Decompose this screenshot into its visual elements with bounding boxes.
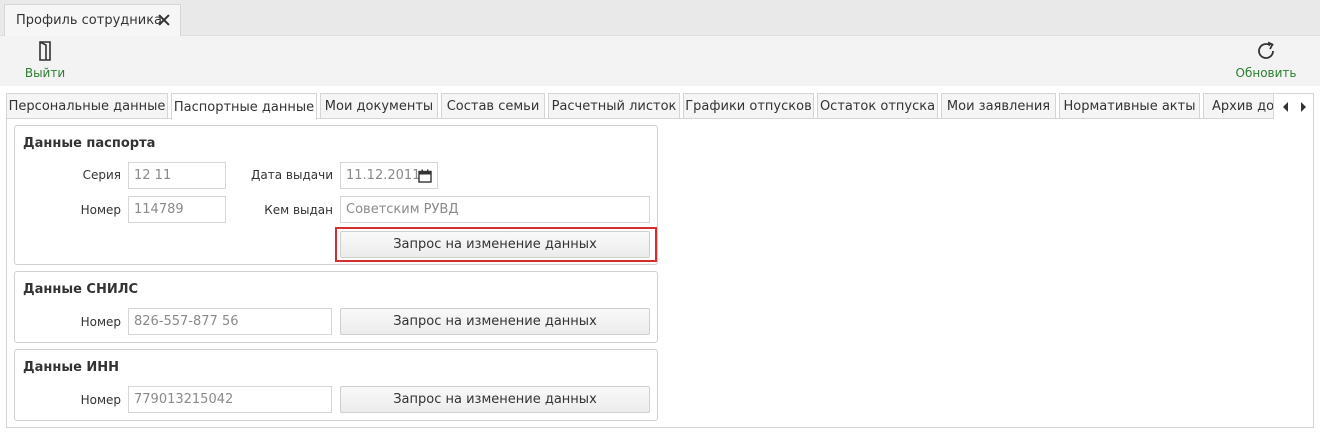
tab-label: Паспортные данные xyxy=(173,99,315,115)
window-tabstrip: Профиль сотрудника xyxy=(0,0,1320,36)
close-icon[interactable] xyxy=(157,13,171,27)
issued-by-field[interactable]: Советским РУВД xyxy=(340,196,650,223)
issue-date-field[interactable]: 11.12.2011 xyxy=(340,162,438,189)
tab-personal-data[interactable]: Персональные данные xyxy=(6,93,168,119)
passport-change-request-button[interactable]: Запрос на изменение данных xyxy=(340,231,650,258)
tab-label: Персональные данные xyxy=(8,99,166,114)
tab-vacation-balance[interactable]: Остаток отпуска xyxy=(817,93,938,119)
refresh-label: Обновить xyxy=(1235,66,1297,80)
series-label: Серия xyxy=(82,168,121,182)
number-field[interactable]: 114789 xyxy=(128,196,226,223)
tab-payslip[interactable]: Расчетный листок xyxy=(548,93,680,119)
tab-label: Состав семьи xyxy=(446,99,540,114)
tab-my-documents[interactable]: Мои документы xyxy=(320,93,438,119)
tab-scroll-controls xyxy=(1273,93,1314,119)
tab-label: Расчетный листок xyxy=(551,99,677,114)
tab-label: Мои заявления xyxy=(946,99,1051,114)
tab-label: Графики отпусков xyxy=(685,99,812,114)
arrow-right-icon[interactable] xyxy=(1301,102,1306,112)
refresh-button[interactable]: Обновить xyxy=(1235,40,1297,84)
profile-tabs: Персональные данные Паспортные данные Мо… xyxy=(6,93,1314,120)
passport-title: Данные паспорта xyxy=(23,136,156,151)
tab-label: Мои документы xyxy=(324,99,434,114)
issue-date-label: Дата выдачи xyxy=(251,168,333,182)
tab-passport-data[interactable]: Паспортные данные xyxy=(171,93,317,120)
tab-label: Остаток отпуска xyxy=(819,99,936,114)
tab-my-requests[interactable]: Мои заявления xyxy=(941,93,1056,119)
snils-title: Данные СНИЛС xyxy=(23,282,139,297)
snils-change-request-button[interactable]: Запрос на изменение данных xyxy=(340,308,650,335)
exit-button[interactable]: Выйти xyxy=(24,40,66,84)
refresh-icon xyxy=(1258,41,1274,59)
passport-panel: Данные паспорта Серия 12 11 Номер 114789… xyxy=(14,125,658,265)
tab-document-archive[interactable]: Архив док xyxy=(1203,93,1283,119)
tab-label: Архив док xyxy=(1212,99,1282,114)
calendar-icon[interactable] xyxy=(418,169,432,183)
window-tab-label: Профиль сотрудника xyxy=(16,13,163,28)
tab-vacation-schedules[interactable]: Графики отпусков xyxy=(683,93,814,119)
snils-number-label: Номер xyxy=(80,315,121,329)
inn-title: Данные ИНН xyxy=(23,360,120,375)
inn-number-field[interactable]: 779013215042 xyxy=(128,386,332,413)
inn-number-label: Номер xyxy=(80,393,121,407)
tab-label: Нормативные акты xyxy=(1063,99,1196,114)
inn-change-request-button[interactable]: Запрос на изменение данных xyxy=(340,386,650,413)
inn-panel: Данные ИНН Номер 779013215042 Запрос на … xyxy=(14,349,658,421)
tab-family[interactable]: Состав семьи xyxy=(441,93,545,119)
tab-regulations[interactable]: Нормативные акты xyxy=(1059,93,1200,119)
snils-panel: Данные СНИЛС Номер 826-557-877 56 Запрос… xyxy=(14,271,658,343)
issued-by-label: Кем выдан xyxy=(264,203,333,217)
issue-date-value: 11.12.2011 xyxy=(346,168,421,183)
series-field[interactable]: 12 11 xyxy=(128,162,226,189)
door-exit-icon xyxy=(39,41,51,61)
toolbar: Выйти Обновить xyxy=(0,36,1320,86)
exit-label: Выйти xyxy=(24,66,66,80)
window-tab-employee-profile[interactable]: Профиль сотрудника xyxy=(4,4,181,36)
arrow-left-icon[interactable] xyxy=(1283,102,1288,112)
number-label: Номер xyxy=(80,203,121,217)
snils-number-field[interactable]: 826-557-877 56 xyxy=(128,308,332,335)
